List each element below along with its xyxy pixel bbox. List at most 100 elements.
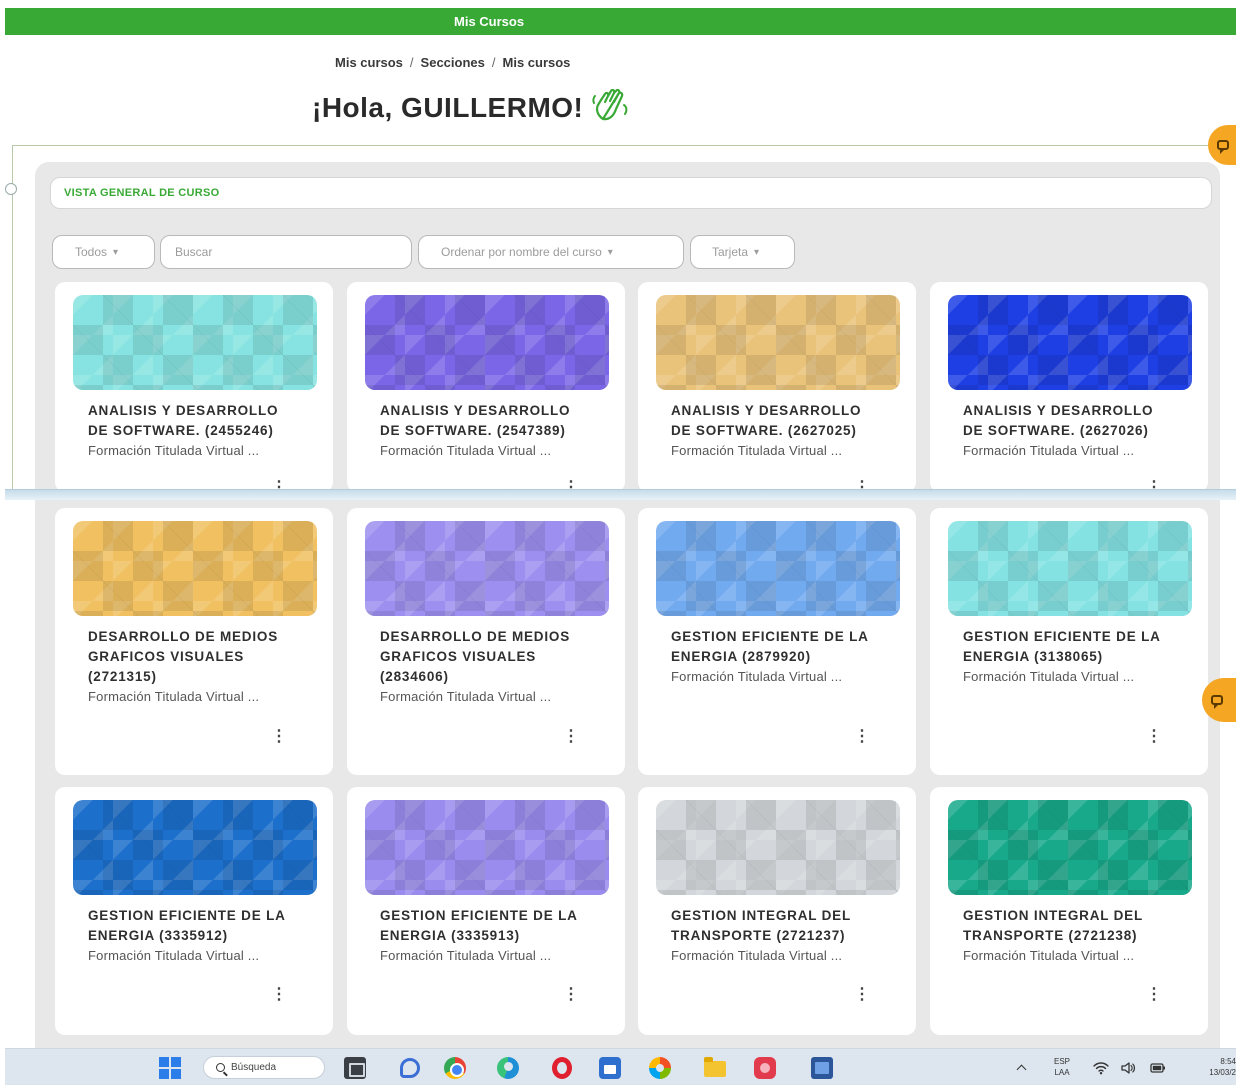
- course-image[interactable]: [365, 521, 609, 616]
- wifi-icon[interactable]: [1093, 1060, 1109, 1076]
- app-icon[interactable]: [754, 1057, 776, 1079]
- course-title[interactable]: ANALISIS Y DESARROLLO DE SOFTWARE. (24552…: [88, 401, 326, 441]
- course-title-line[interactable]: GESTION EFICIENTE DE LA: [963, 627, 1201, 647]
- course-card[interactable]: GESTION EFICIENTE DE LA ENERGIA (3335912)…: [55, 787, 333, 1035]
- grouping-filter-dropdown[interactable]: Todos: [52, 235, 155, 269]
- volume-icon[interactable]: [1120, 1060, 1136, 1076]
- course-title-line[interactable]: DE SOFTWARE. (2547389): [380, 421, 618, 441]
- course-title[interactable]: GESTION EFICIENTE DE LA ENERGIA (3138065): [963, 627, 1201, 667]
- course-title[interactable]: GESTION EFICIENTE DE LA ENERGIA (2879920): [671, 627, 909, 667]
- course-card[interactable]: GESTION INTEGRAL DEL TRANSPORTE (2721237)…: [638, 787, 916, 1035]
- course-title[interactable]: ANALISIS Y DESARROLLO DE SOFTWARE. (25473…: [380, 401, 618, 441]
- course-title-line[interactable]: ENERGIA (3138065): [963, 647, 1201, 667]
- course-card[interactable]: ANALISIS Y DESARROLLO DE SOFTWARE. (25473…: [347, 282, 625, 492]
- course-menu-button[interactable]: [271, 986, 287, 1004]
- top-bar-title: Mis Cursos: [454, 14, 525, 29]
- course-card[interactable]: DESARROLLO DE MEDIOS GRAFICOS VISUALES (28…: [347, 508, 625, 775]
- course-image[interactable]: [656, 800, 900, 895]
- search-input[interactable]: [175, 245, 411, 259]
- course-title-line[interactable]: (2834606): [380, 667, 618, 687]
- course-title[interactable]: GESTION INTEGRAL DEL TRANSPORTE (2721237): [671, 906, 909, 946]
- file-explorer-icon[interactable]: [704, 1057, 726, 1077]
- course-title-line[interactable]: ANALISIS Y DESARROLLO: [671, 401, 909, 421]
- battery-icon[interactable]: [1150, 1060, 1166, 1076]
- course-menu-button[interactable]: [271, 728, 287, 746]
- sort-dropdown[interactable]: Ordenar por nombre del curso: [418, 235, 684, 269]
- course-image[interactable]: [73, 521, 317, 616]
- course-title-line[interactable]: GRAFICOS VISUALES: [380, 647, 618, 667]
- course-title-line[interactable]: ENERGIA (3335913): [380, 926, 618, 946]
- course-title-line[interactable]: ENERGIA (2879920): [671, 647, 909, 667]
- course-title-line[interactable]: TRANSPORTE (2721238): [963, 926, 1201, 946]
- course-title-line[interactable]: GESTION EFICIENTE DE LA: [671, 627, 909, 647]
- edge-icon[interactable]: [497, 1057, 519, 1079]
- course-title-line[interactable]: (2721315): [88, 667, 326, 687]
- course-title[interactable]: DESARROLLO DE MEDIOS GRAFICOS VISUALES (27…: [88, 627, 326, 687]
- course-title-line[interactable]: DESARROLLO DE MEDIOS: [380, 627, 618, 647]
- course-title-line[interactable]: DE SOFTWARE. (2627026): [963, 421, 1201, 441]
- course-title[interactable]: ANALISIS Y DESARROLLO DE SOFTWARE. (26270…: [963, 401, 1201, 441]
- course-title[interactable]: GESTION INTEGRAL DEL TRANSPORTE (2721238): [963, 906, 1201, 946]
- course-title-line[interactable]: GESTION EFICIENTE DE LA: [88, 906, 326, 926]
- course-title-line[interactable]: ANALISIS Y DESARROLLO: [88, 401, 326, 421]
- course-title-line[interactable]: GESTION INTEGRAL DEL: [671, 906, 909, 926]
- course-title-line[interactable]: DE SOFTWARE. (2455246): [88, 421, 326, 441]
- course-title-line[interactable]: GESTION EFICIENTE DE LA: [380, 906, 618, 926]
- breadcrumb-item[interactable]: Mis cursos: [503, 55, 571, 73]
- breadcrumb-item[interactable]: Secciones: [421, 55, 485, 73]
- view-mode-dropdown[interactable]: Tarjeta: [690, 235, 795, 269]
- chat-widget-button[interactable]: [1208, 125, 1236, 165]
- course-title[interactable]: DESARROLLO DE MEDIOS GRAFICOS VISUALES (28…: [380, 627, 618, 687]
- course-image[interactable]: [73, 295, 317, 390]
- course-image[interactable]: [948, 800, 1192, 895]
- course-title-line[interactable]: DE SOFTWARE. (2627025): [671, 421, 909, 441]
- course-image[interactable]: [73, 800, 317, 895]
- course-menu-button[interactable]: [854, 986, 870, 1004]
- search-field[interactable]: [160, 235, 412, 269]
- screen-divider: [5, 489, 1236, 500]
- course-title-line[interactable]: ANALISIS Y DESARROLLO: [963, 401, 1201, 421]
- course-card[interactable]: ANALISIS Y DESARROLLO DE SOFTWARE. (24552…: [55, 282, 333, 492]
- course-card[interactable]: GESTION EFICIENTE DE LA ENERGIA (3138065)…: [930, 508, 1208, 775]
- course-card[interactable]: GESTION INTEGRAL DEL TRANSPORTE (2721238)…: [930, 787, 1208, 1035]
- course-image[interactable]: [948, 521, 1192, 616]
- course-title-line[interactable]: ANALISIS Y DESARROLLO: [380, 401, 618, 421]
- store-icon[interactable]: [599, 1057, 621, 1079]
- course-card[interactable]: ANALISIS Y DESARROLLO DE SOFTWARE. (26270…: [638, 282, 916, 492]
- windows-logo-icon[interactable]: [159, 1057, 181, 1079]
- course-card[interactable]: GESTION EFICIENTE DE LA ENERGIA (2879920)…: [638, 508, 916, 775]
- task-view-icon[interactable]: [344, 1057, 366, 1079]
- course-image[interactable]: [656, 521, 900, 616]
- course-title[interactable]: ANALISIS Y DESARROLLO DE SOFTWARE. (26270…: [671, 401, 909, 441]
- course-image[interactable]: [656, 295, 900, 390]
- course-title-line[interactable]: ENERGIA (3335912): [88, 926, 326, 946]
- chrome-icon[interactable]: [444, 1057, 466, 1079]
- opera-icon[interactable]: [552, 1057, 572, 1079]
- course-menu-button[interactable]: [1146, 728, 1162, 746]
- language-indicator[interactable]: ESP LAA: [1046, 1056, 1078, 1078]
- course-menu-button[interactable]: [563, 986, 579, 1004]
- course-title-line[interactable]: TRANSPORTE (2721237): [671, 926, 909, 946]
- course-card[interactable]: DESARROLLO DE MEDIOS GRAFICOS VISUALES (27…: [55, 508, 333, 775]
- course-info: ANALISIS Y DESARROLLO DE SOFTWARE. (26270…: [963, 401, 1201, 461]
- course-menu-button[interactable]: [563, 728, 579, 746]
- course-title-line[interactable]: GESTION INTEGRAL DEL: [963, 906, 1201, 926]
- chat-icon[interactable]: [400, 1058, 420, 1078]
- course-card[interactable]: ANALISIS Y DESARROLLO DE SOFTWARE. (26270…: [930, 282, 1208, 492]
- word-icon[interactable]: [811, 1057, 833, 1079]
- course-image[interactable]: [948, 295, 1192, 390]
- taskbar-search[interactable]: Búsqueda: [203, 1056, 325, 1079]
- course-image[interactable]: [365, 295, 609, 390]
- breadcrumb-item[interactable]: Mis cursos: [335, 55, 403, 73]
- course-menu-button[interactable]: [854, 728, 870, 746]
- photos-icon[interactable]: [649, 1057, 671, 1079]
- course-title[interactable]: GESTION EFICIENTE DE LA ENERGIA (3335912): [88, 906, 326, 946]
- course-title-line[interactable]: GRAFICOS VISUALES: [88, 647, 326, 667]
- course-title-line[interactable]: DESARROLLO DE MEDIOS: [88, 627, 326, 647]
- course-title[interactable]: GESTION EFICIENTE DE LA ENERGIA (3335913): [380, 906, 618, 946]
- drawer-toggle[interactable]: [5, 183, 17, 195]
- course-menu-button[interactable]: [1146, 986, 1162, 1004]
- clock[interactable]: 8:54 13/03/2: [1194, 1056, 1236, 1078]
- course-card[interactable]: GESTION EFICIENTE DE LA ENERGIA (3335913)…: [347, 787, 625, 1035]
- course-image[interactable]: [365, 800, 609, 895]
